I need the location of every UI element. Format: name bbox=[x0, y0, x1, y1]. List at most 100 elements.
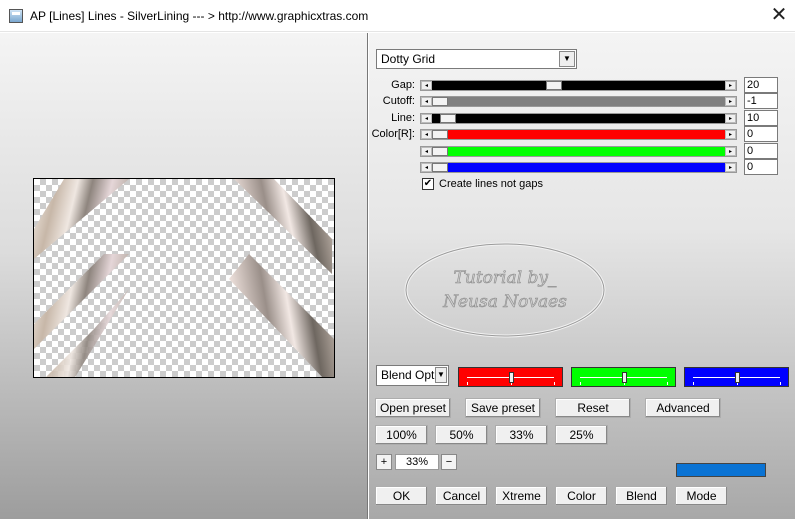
chevron-down-icon: ▼ bbox=[559, 51, 575, 67]
blue-blend-slider[interactable] bbox=[684, 367, 789, 387]
svg-text:Tutorial by_: Tutorial by_ bbox=[454, 268, 557, 288]
zoom-out-button[interactable]: − bbox=[441, 454, 457, 470]
slider-track[interactable] bbox=[432, 114, 725, 123]
slider-track[interactable] bbox=[432, 147, 725, 156]
param-label: Line: bbox=[391, 112, 415, 124]
param-value-input[interactable]: -1 bbox=[744, 93, 778, 109]
slider-fill bbox=[448, 97, 725, 106]
close-icon[interactable]: ✕ bbox=[763, 0, 795, 32]
watermark-logo: Tutorial by_ Neusa Novaes bbox=[404, 242, 606, 338]
slider-fill bbox=[448, 147, 725, 156]
ok-button[interactable]: OK bbox=[375, 486, 428, 506]
slider-tick bbox=[467, 382, 468, 385]
param-slider[interactable]: ◂ ▸ bbox=[420, 113, 737, 124]
slider-tick bbox=[580, 382, 581, 385]
param-label: Color[R]: bbox=[371, 128, 415, 140]
slider-fill bbox=[562, 81, 725, 90]
open-preset-button[interactable]: Open preset bbox=[375, 398, 451, 418]
slider-tick bbox=[693, 382, 694, 385]
slider-thumb[interactable] bbox=[432, 130, 448, 139]
zoom-in-button[interactable]: + bbox=[376, 454, 392, 470]
param-slider[interactable]: ◂ ▸ bbox=[420, 146, 737, 157]
reset-button[interactable]: Reset bbox=[555, 398, 631, 418]
step-right-icon[interactable]: ▸ bbox=[725, 163, 736, 172]
streak-band-top-left bbox=[34, 179, 129, 259]
mode-button[interactable]: Mode bbox=[675, 486, 728, 506]
slider-tick bbox=[780, 382, 781, 385]
step-left-icon[interactable]: ◂ bbox=[421, 147, 432, 156]
slider-thumb[interactable] bbox=[432, 163, 448, 172]
slider-tick bbox=[554, 382, 555, 385]
checkmark-icon: ✔ bbox=[423, 178, 433, 189]
slider-fill bbox=[456, 114, 725, 123]
blend-options-dropdown[interactable]: Blend Optio ▼ bbox=[376, 365, 449, 386]
step-right-icon[interactable]: ▸ bbox=[725, 81, 736, 90]
zoom-100-button[interactable]: 100% bbox=[375, 425, 428, 445]
step-left-icon[interactable]: ◂ bbox=[421, 130, 432, 139]
accent-color-bar[interactable] bbox=[676, 463, 766, 477]
param-value-input[interactable]: 10 bbox=[744, 110, 778, 126]
preview-canvas[interactable] bbox=[33, 178, 335, 378]
param-value-input[interactable]: 0 bbox=[744, 143, 778, 159]
cancel-button[interactable]: Cancel bbox=[435, 486, 488, 506]
streak-band-bottom-left bbox=[34, 254, 129, 349]
step-right-icon[interactable]: ▸ bbox=[725, 130, 736, 139]
slider-knob[interactable] bbox=[622, 372, 627, 383]
streak-band-bottom-right bbox=[229, 254, 334, 377]
slider-fill bbox=[448, 163, 725, 172]
create-lines-checkbox[interactable]: ✔ bbox=[422, 178, 434, 190]
zoom-33-button[interactable]: 33% bbox=[495, 425, 548, 445]
param-slider[interactable]: ◂ ▸ bbox=[420, 96, 737, 107]
red-blend-slider[interactable] bbox=[458, 367, 563, 387]
app-icon bbox=[9, 9, 23, 23]
slider-fill bbox=[448, 130, 725, 139]
zoom-value-field[interactable]: 33% bbox=[395, 454, 439, 470]
slider-knob[interactable] bbox=[735, 372, 740, 383]
title-bar: AP [Lines] Lines - SilverLining --- > ht… bbox=[0, 0, 795, 32]
blend-button[interactable]: Blend bbox=[615, 486, 668, 506]
preview-pane bbox=[0, 33, 368, 519]
slider-track[interactable] bbox=[432, 130, 725, 139]
slider-track[interactable] bbox=[432, 81, 725, 90]
slider-fill-left bbox=[432, 114, 440, 123]
step-left-icon[interactable]: ◂ bbox=[421, 163, 432, 172]
param-label: Gap: bbox=[391, 79, 415, 91]
controls-pane: Dotty Grid ▼ Gap: ◂ ▸ 20 Cutoff: ◂ ▸ -1 Line: ◂ ▸ 1… bbox=[369, 33, 795, 519]
slider-thumb[interactable] bbox=[440, 114, 456, 123]
slider-knob[interactable] bbox=[509, 372, 514, 383]
preview-image bbox=[34, 179, 334, 377]
param-value-input[interactable]: 0 bbox=[744, 126, 778, 142]
slider-tick bbox=[667, 382, 668, 385]
step-left-icon[interactable]: ◂ bbox=[421, 114, 432, 123]
param-slider[interactable]: ◂ ▸ bbox=[420, 80, 737, 91]
step-right-icon[interactable]: ▸ bbox=[725, 97, 736, 106]
green-blend-slider[interactable] bbox=[571, 367, 676, 387]
svg-text:Neusa Novaes: Neusa Novaes bbox=[442, 292, 567, 312]
zoom-25-button[interactable]: 25% bbox=[555, 425, 608, 445]
advanced-button[interactable]: Advanced bbox=[645, 398, 721, 418]
slider-thumb[interactable] bbox=[546, 81, 562, 90]
param-slider[interactable]: ◂ ▸ bbox=[420, 162, 737, 173]
xtreme-button[interactable]: Xtreme bbox=[495, 486, 548, 506]
slider-track[interactable] bbox=[432, 97, 725, 106]
slider-fill-left bbox=[432, 81, 546, 90]
window-title: AP [Lines] Lines - SilverLining --- > ht… bbox=[30, 9, 369, 23]
slider-track[interactable] bbox=[432, 163, 725, 172]
step-right-icon[interactable]: ▸ bbox=[725, 114, 736, 123]
step-left-icon[interactable]: ◂ bbox=[421, 81, 432, 90]
step-left-icon[interactable]: ◂ bbox=[421, 97, 432, 106]
slider-thumb[interactable] bbox=[432, 147, 448, 156]
create-lines-label: Create lines not gaps bbox=[439, 178, 543, 190]
preset-dropdown[interactable]: Dotty Grid ▼ bbox=[376, 49, 577, 69]
param-value-input[interactable]: 0 bbox=[744, 159, 778, 175]
zoom-50-button[interactable]: 50% bbox=[435, 425, 488, 445]
param-label: Cutoff: bbox=[382, 95, 415, 107]
preset-dropdown-value: Dotty Grid bbox=[381, 52, 436, 66]
chevron-down-icon: ▼ bbox=[435, 367, 447, 383]
param-slider[interactable]: ◂ ▸ bbox=[420, 129, 737, 140]
save-preset-button[interactable]: Save preset bbox=[465, 398, 541, 418]
color-button[interactable]: Color bbox=[555, 486, 608, 506]
slider-thumb[interactable] bbox=[432, 97, 448, 106]
step-right-icon[interactable]: ▸ bbox=[725, 147, 736, 156]
param-value-input[interactable]: 20 bbox=[744, 77, 778, 93]
